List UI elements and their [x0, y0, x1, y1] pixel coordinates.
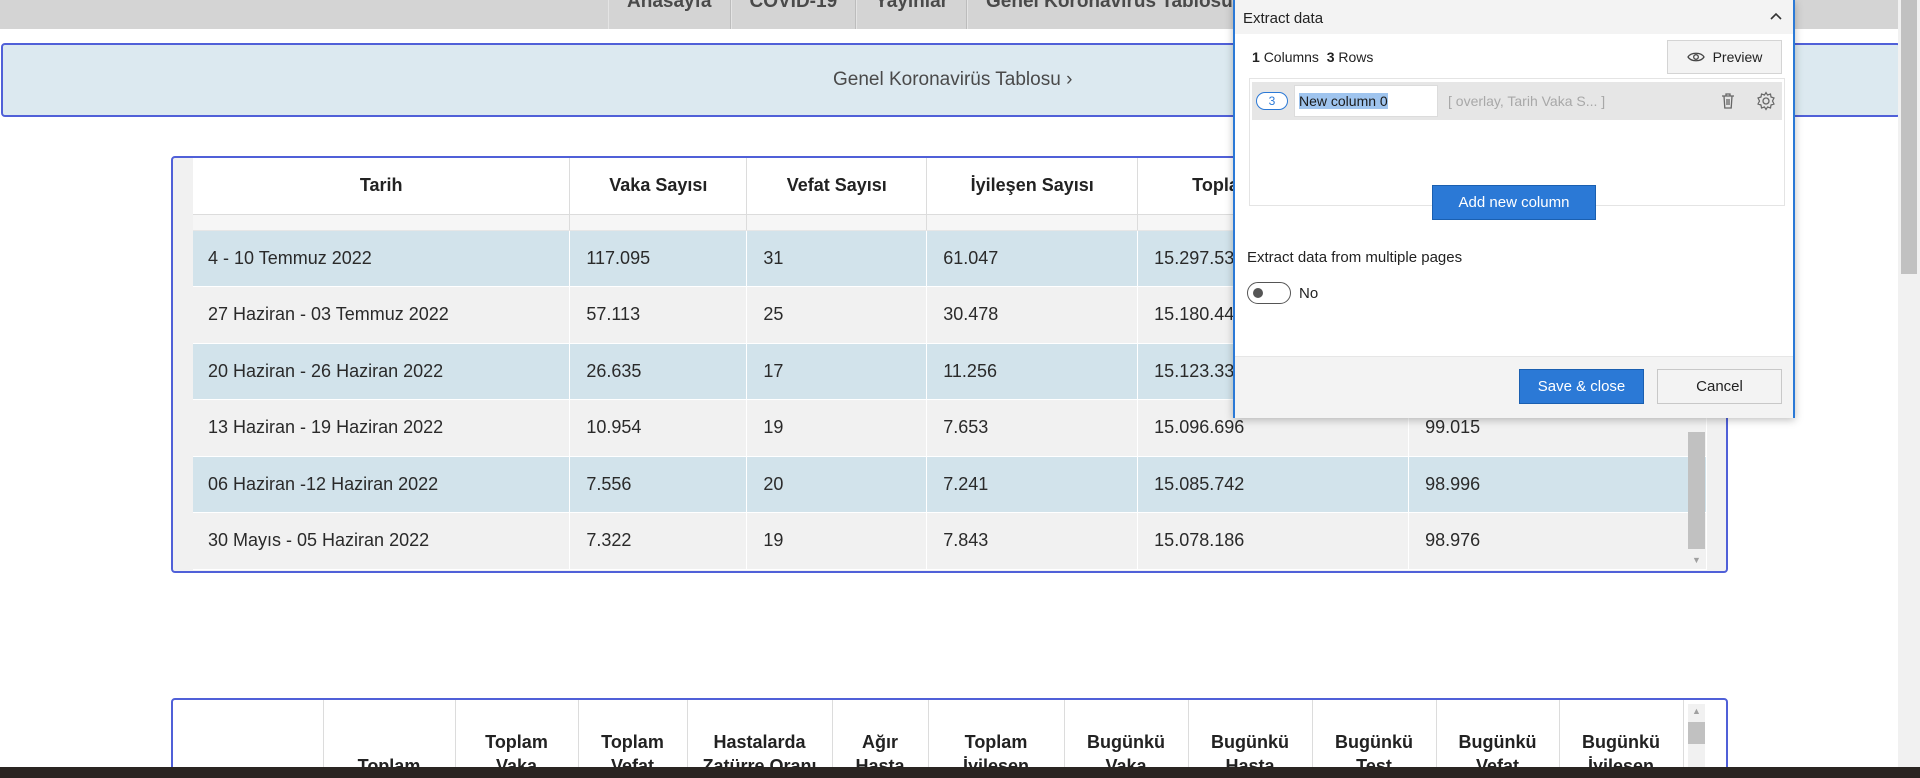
- header-line: Bugünkü: [1211, 732, 1289, 752]
- table-cell: 7.843: [926, 512, 1139, 570]
- panel-title: Extract data: [1243, 10, 1324, 27]
- header-line: Ağır: [862, 732, 898, 752]
- table-row[interactable]: 30 Mayıs - 05 Haziran 2022 7.322 19 7.84…: [193, 512, 1707, 570]
- chevron-up-icon[interactable]: [1768, 8, 1784, 24]
- table-cell: 11.256: [926, 343, 1139, 400]
- taskbar: [0, 767, 1920, 778]
- column-selector-path: [ overlay, Tarih Vaka S... ]: [1448, 93, 1606, 109]
- column-header[interactable]: Vefat Sayısı: [746, 158, 928, 215]
- table-cell: 7.322: [569, 512, 748, 570]
- save-close-button[interactable]: Save & close: [1519, 369, 1644, 404]
- scrollbar-thumb[interactable]: [1901, 0, 1917, 274]
- scrollbar-thumb[interactable]: [1688, 722, 1705, 744]
- toggle-knob: [1253, 288, 1263, 298]
- preview-button[interactable]: Preview: [1667, 40, 1782, 74]
- header-line: Toplam: [964, 732, 1028, 752]
- page-scrollbar[interactable]: [1898, 0, 1920, 778]
- column-count-badge: 3: [1256, 92, 1288, 110]
- table-cell: 20: [746, 456, 928, 513]
- summary-table-frame: Toplam Toplam Vaka Toplam Vefat Hastalarda…: [171, 698, 1728, 778]
- table-cell: 61.047: [926, 230, 1139, 287]
- scroll-up-icon[interactable]: ▲: [1692, 706, 1701, 716]
- table-cell: 98.996: [1408, 456, 1707, 513]
- column-header[interactable]: Vaka Sayısı: [569, 158, 748, 215]
- header-line: Bugünkü: [1087, 732, 1165, 752]
- column-header[interactable]: İyileşen Sayısı: [926, 158, 1139, 215]
- table-cell: 10.954: [569, 399, 748, 457]
- table-cell: 19: [746, 512, 928, 570]
- scroll-down-icon[interactable]: ▼: [1692, 555, 1701, 565]
- column-name-text: New column 0: [1299, 93, 1388, 109]
- nav-item-genel-tablo[interactable]: Genel Koronavirüs Tablosu: [967, 0, 1252, 29]
- table-cell: 15.085.742: [1137, 456, 1410, 513]
- header-line: Hastalarda: [713, 732, 806, 752]
- header-line: Bugünkü: [1335, 732, 1413, 752]
- nav-label: Anasayfa: [627, 0, 712, 12]
- table-cell: 7.556: [569, 456, 748, 513]
- table-cell: 27 Haziran - 03 Temmuz 2022: [193, 286, 571, 344]
- column-header[interactable]: Tarih: [193, 158, 571, 215]
- nav-label: COVID-19: [749, 0, 838, 12]
- table-cell: 13 Haziran - 19 Haziran 2022: [193, 399, 571, 457]
- header-line: Bugünkü: [1582, 732, 1660, 752]
- breadcrumb-link[interactable]: Genel Koronavirüs Tablosu ›: [833, 69, 1072, 91]
- nav-item-covid[interactable]: COVID-19: [730, 0, 857, 29]
- header-line: Toplam: [601, 732, 664, 752]
- column-row-counts: 1 Columns 3 Rows: [1252, 49, 1373, 65]
- nav-item-yayinlar[interactable]: Yayınlar: [856, 0, 968, 29]
- table-row[interactable]: 06 Haziran -12 Haziran 2022 7.556 20 7.2…: [193, 456, 1707, 513]
- table-cell: 57.113: [569, 286, 748, 344]
- cancel-button[interactable]: Cancel: [1657, 369, 1782, 404]
- table-cell: 98.976: [1408, 512, 1707, 570]
- extract-data-panel: Extract data 1 Columns 3 Rows Preview 3 …: [1233, 0, 1795, 418]
- table-cell: 4 - 10 Temmuz 2022: [193, 230, 571, 287]
- column-item[interactable]: 3 New column 0 [ overlay, Tarih Vaka S..…: [1252, 82, 1782, 120]
- rows-count: 3: [1326, 49, 1335, 65]
- table-cell: 17: [746, 343, 928, 400]
- table-cell: 31: [746, 230, 928, 287]
- trash-icon[interactable]: [1718, 91, 1738, 111]
- preview-label: Preview: [1712, 49, 1763, 65]
- panel-footer: Save & close Cancel: [1235, 356, 1793, 418]
- eye-icon: [1686, 52, 1705, 62]
- columns-label: Columns: [1263, 49, 1319, 65]
- panel-body: 1 Columns 3 Rows Preview 3 New column 0 …: [1235, 34, 1793, 356]
- table-cell: 117.095: [569, 230, 748, 287]
- table-cell: 20 Haziran - 26 Haziran 2022: [193, 343, 571, 400]
- table-cell: 26.635: [569, 343, 748, 400]
- table-cell: 06 Haziran -12 Haziran 2022: [193, 456, 571, 513]
- table-cell: 19: [746, 399, 928, 457]
- header-line: Bugünkü: [1458, 732, 1537, 752]
- multi-pages-toggle[interactable]: [1247, 282, 1291, 304]
- columns-count: 1: [1252, 49, 1260, 65]
- toggle-state-label: No: [1299, 285, 1319, 302]
- panel-header: Extract data: [1235, 0, 1793, 34]
- scrollbar-thumb[interactable]: [1688, 432, 1705, 549]
- nav-label: Yayınlar: [875, 0, 949, 12]
- table-cell: 30 Mayıs - 05 Haziran 2022: [193, 512, 571, 570]
- nav-label: Genel Koronavirüs Tablosu: [986, 0, 1233, 12]
- table-cell: 30.478: [926, 286, 1139, 344]
- header-line: Toplam: [485, 732, 548, 752]
- table-cell: 25: [746, 286, 928, 344]
- table-cell: 7.241: [926, 456, 1139, 513]
- gear-icon[interactable]: [1756, 91, 1776, 111]
- add-column-button[interactable]: Add new column: [1432, 185, 1596, 220]
- nav-item-anasayfa[interactable]: Anasayfa: [608, 0, 731, 29]
- column-name-input[interactable]: New column 0: [1294, 85, 1438, 117]
- table-cell: 7.653: [926, 399, 1139, 457]
- multi-pages-label: Extract data from multiple pages: [1247, 249, 1463, 266]
- table-cell: 15.078.186: [1137, 512, 1410, 570]
- rows-label: Rows: [1338, 49, 1374, 65]
